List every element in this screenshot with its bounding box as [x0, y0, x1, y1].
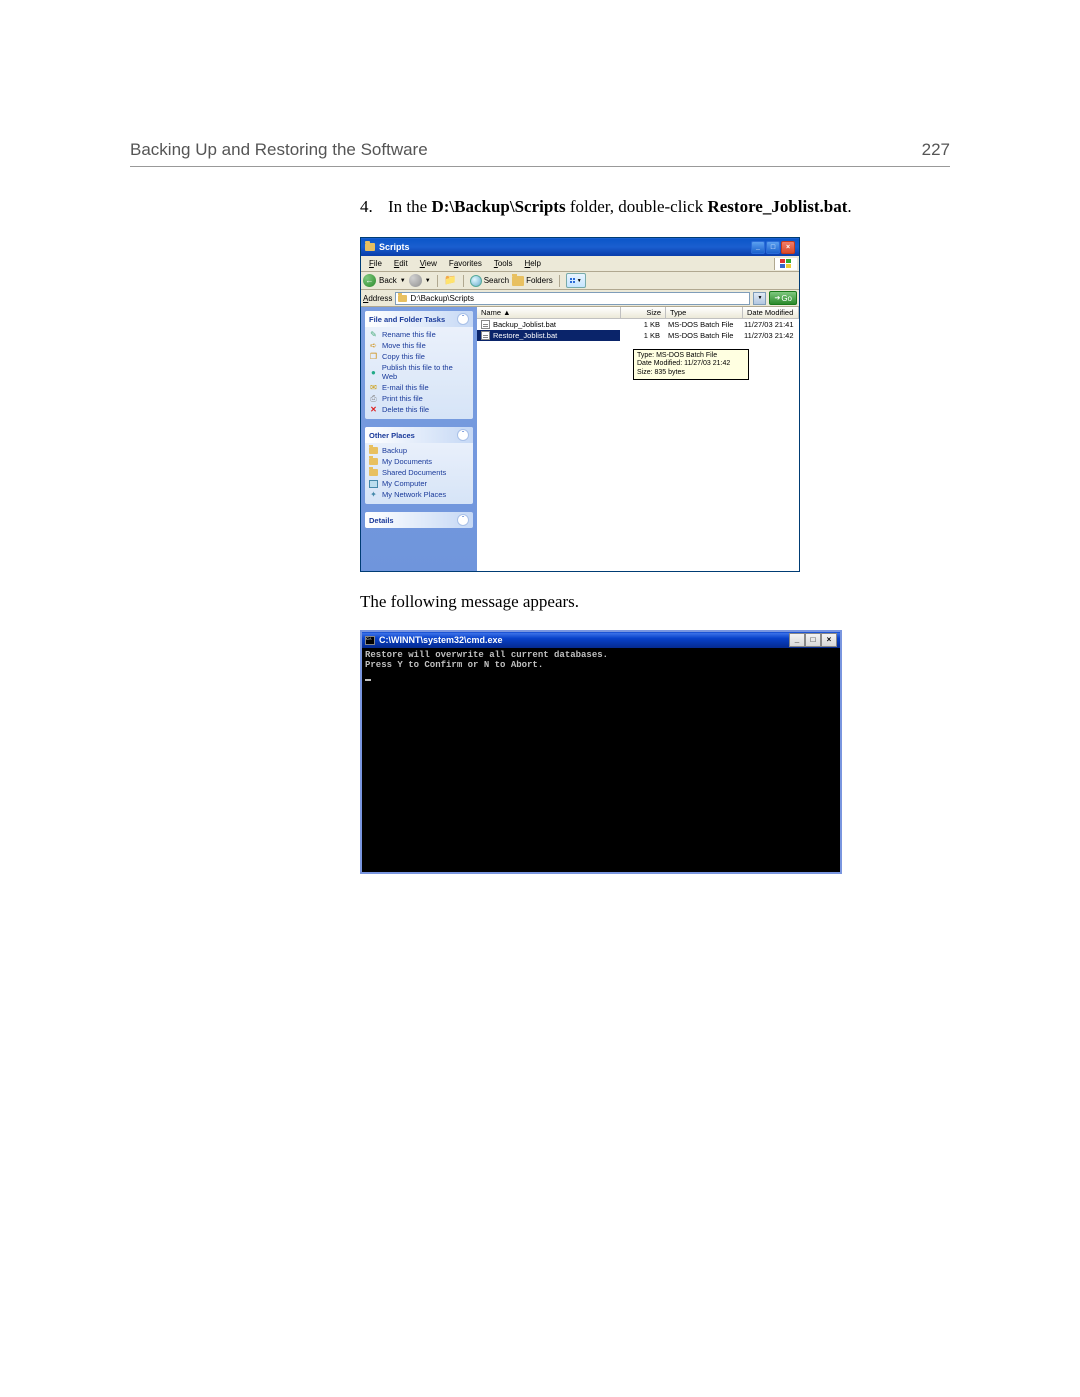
task-delete[interactable]: ✕Delete this file: [369, 404, 469, 415]
email-icon: ✉: [369, 383, 378, 392]
views-button[interactable]: ▼: [566, 273, 586, 288]
details-panel: Details ˇ: [365, 512, 473, 528]
task-copy[interactable]: ❐Copy this file: [369, 351, 469, 362]
forward-button[interactable]: [409, 274, 422, 287]
other-network[interactable]: ✦My Network Places: [369, 489, 469, 500]
cmd-icon: [365, 636, 375, 645]
step-4: 4. In the D:\Backup\Scripts folder, doub…: [360, 197, 950, 217]
chevron-down-icon[interactable]: ˇ: [457, 514, 469, 526]
column-type[interactable]: Type: [666, 307, 743, 318]
address-label: Address: [363, 294, 392, 303]
maximize-button[interactable]: □: [805, 633, 821, 647]
menu-tools[interactable]: Tools: [488, 258, 519, 269]
search-button[interactable]: Search: [470, 275, 509, 287]
file-folder-tasks-panel: File and Folder Tasks ˆ ✎Rename this fil…: [365, 311, 473, 419]
step-number: 4.: [360, 197, 388, 217]
bat-file-icon: [481, 320, 490, 329]
go-button[interactable]: Go: [769, 291, 797, 305]
menu-edit[interactable]: Edit: [388, 258, 414, 269]
titlebar: Scripts _ □ ×: [361, 238, 799, 256]
other-shared[interactable]: Shared Documents: [369, 467, 469, 478]
back-button-icon[interactable]: ←: [363, 274, 376, 287]
back-button[interactable]: Back: [379, 276, 397, 285]
menu-view[interactable]: View: [414, 258, 443, 269]
address-dropdown[interactable]: ▼: [753, 292, 766, 305]
folder-icon: [369, 458, 378, 465]
print-icon: ⎙: [369, 394, 378, 403]
task-move[interactable]: ➪Move this file: [369, 340, 469, 351]
column-name[interactable]: Name ▲: [477, 307, 621, 318]
network-icon: ✦: [369, 490, 378, 499]
cmd-title: C:\WINNT\system32\cmd.exe: [379, 635, 503, 645]
other-mycomputer[interactable]: My Computer: [369, 478, 469, 489]
menu-favorites[interactable]: Favorites: [443, 258, 488, 269]
page-header-title: Backing Up and Restoring the Software: [130, 140, 428, 160]
windows-flag-icon: [774, 258, 797, 270]
folders-icon: [512, 276, 524, 286]
minimize-button[interactable]: _: [751, 241, 765, 254]
publish-icon: ●: [369, 368, 378, 377]
file-row[interactable]: Backup_Joblist.bat 1 KB MS-DOS Batch Fil…: [477, 319, 799, 330]
move-icon: ➪: [369, 341, 378, 350]
file-row-selected[interactable]: Restore_Joblist.bat 1 KB MS-DOS Batch Fi…: [477, 330, 799, 341]
toolbar: ← Back ▼ ▼ 📁 Search Folders: [361, 272, 799, 290]
folder-icon: [369, 469, 378, 476]
step-text: In the D:\Backup\Scripts folder, double-…: [388, 197, 950, 217]
other-places-panel: Other Places ˆ Backup My Documents Share…: [365, 427, 473, 504]
views-icon: [570, 278, 575, 283]
task-rename[interactable]: ✎Rename this file: [369, 329, 469, 340]
folder-icon: [365, 243, 375, 251]
computer-icon: [369, 480, 378, 488]
addressbar: Address D:\Backup\Scripts ▼ Go: [361, 290, 799, 307]
close-button[interactable]: ×: [781, 241, 795, 254]
page-number: 227: [922, 140, 950, 160]
folder-icon: [369, 447, 378, 454]
menu-file[interactable]: File: [363, 258, 388, 269]
delete-icon: ✕: [369, 405, 378, 414]
up-button[interactable]: 📁: [444, 274, 457, 287]
explorer-window: Scripts _ □ × File Edit View Favorites T…: [360, 237, 800, 572]
body-text: The following message appears.: [360, 592, 950, 612]
menu-help[interactable]: Help: [519, 258, 547, 269]
search-icon: [470, 275, 482, 287]
other-backup[interactable]: Backup: [369, 445, 469, 456]
minimize-button[interactable]: _: [789, 633, 805, 647]
chevron-up-icon[interactable]: ˆ: [457, 313, 469, 325]
close-button[interactable]: ×: [821, 633, 837, 647]
column-headers: Name ▲ Size Type Date Modified: [477, 307, 799, 319]
rename-icon: ✎: [369, 330, 378, 339]
cmd-output: Restore will overwrite all current datab…: [362, 648, 840, 872]
cmd-titlebar: C:\WINNT\system32\cmd.exe _ □ ×: [362, 632, 840, 648]
maximize-button[interactable]: □: [766, 241, 780, 254]
window-controls: _ □ ×: [751, 241, 795, 254]
file-tooltip: Type: MS-DOS Batch File Date Modified: 1…: [633, 349, 749, 380]
file-list: Name ▲ Size Type Date Modified Backup_Jo…: [477, 307, 799, 571]
window-title: Scripts: [379, 242, 410, 252]
task-publish[interactable]: ●Publish this file to the Web: [369, 362, 469, 382]
other-mydocs[interactable]: My Documents: [369, 456, 469, 467]
folders-button[interactable]: Folders: [512, 276, 553, 286]
copy-icon: ❐: [369, 352, 378, 361]
address-input[interactable]: D:\Backup\Scripts: [395, 292, 750, 305]
menubar: File Edit View Favorites Tools Help: [361, 256, 799, 272]
chevron-up-icon[interactable]: ˆ: [457, 429, 469, 441]
cursor: [365, 679, 371, 681]
column-date[interactable]: Date Modified: [743, 307, 799, 318]
address-folder-icon: [398, 295, 407, 302]
task-email[interactable]: ✉E-mail this file: [369, 382, 469, 393]
task-print[interactable]: ⎙Print this file: [369, 393, 469, 404]
bat-file-icon: [481, 331, 490, 340]
column-size[interactable]: Size: [621, 307, 666, 318]
cmd-window: C:\WINNT\system32\cmd.exe _ □ × Restore …: [360, 630, 842, 874]
sidebar: File and Folder Tasks ˆ ✎Rename this fil…: [361, 307, 477, 571]
